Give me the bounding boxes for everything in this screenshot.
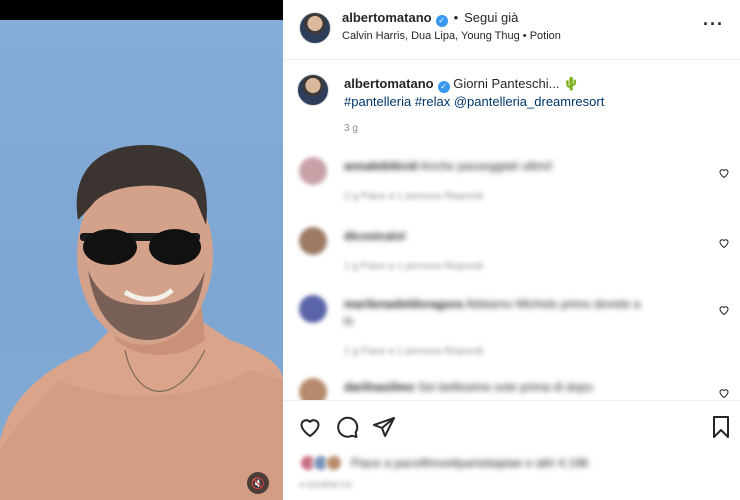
comment-like-heart-icon[interactable] — [718, 304, 730, 316]
following-button[interactable]: Segui già — [464, 10, 518, 25]
comment-meta: 1 g Piace a 1 persona Rispondi — [344, 346, 483, 357]
caption-hashtags[interactable]: #pantelleria #relax @pantelleria_dreamre… — [344, 94, 604, 109]
comment-text: marilenadeldoragora Abbiamo Michele prim… — [344, 297, 640, 311]
comment-like-heart-icon[interactable] — [718, 387, 730, 399]
comments-list[interactable]: annalebiticid Anche passeggiati ultimi! … — [283, 145, 740, 400]
bookmark-icon[interactable] — [709, 415, 733, 439]
comment-text: darilnasilmo Sei bellissimo sole prima d… — [344, 380, 593, 394]
liker-avatars — [299, 454, 347, 472]
post-actions-bar — [283, 400, 740, 448]
comment-text-continued: lo — [344, 314, 354, 328]
comment-text: dicosicaivi — [344, 229, 405, 243]
more-options-icon[interactable]: ··· — [703, 14, 724, 35]
post-media[interactable]: 🔇 — [0, 0, 283, 500]
heart-icon[interactable] — [298, 415, 322, 439]
comment-avatar[interactable] — [299, 295, 327, 323]
share-icon[interactable] — [372, 415, 396, 439]
caption-verified-badge-icon: ✓ — [437, 81, 450, 93]
comment-icon[interactable] — [335, 415, 359, 439]
comment-username[interactable]: annalebiticid — [344, 159, 417, 173]
caption-timestamp: 3 g — [344, 123, 358, 134]
comment-meta: 2 g Piace a 1 persona Rispondi — [344, 191, 483, 202]
header-separator: • — [453, 10, 459, 25]
likes-summary[interactable]: Piace a pacoifimoeitparisitaiplae e altr… — [299, 454, 719, 474]
comment-username[interactable]: darilnasilmo — [344, 380, 415, 394]
caption-body: Giorni Panteschi... — [453, 76, 560, 91]
comment-avatar[interactable] — [299, 378, 327, 400]
post-header: albertomatano ✓ • Segui già Calvin Harris, … — [283, 0, 740, 60]
mute-icon[interactable]: 🔇 — [247, 472, 269, 494]
verified-badge-icon: ✓ — [435, 15, 448, 27]
post-side-panel: albertomatano ✓ • Segui già Calvin Harris, … — [283, 0, 740, 500]
post-date: 4 GIORNI FA — [299, 480, 353, 490]
author-username[interactable]: albertomatano — [342, 10, 432, 25]
comment-avatar[interactable] — [299, 227, 327, 255]
header-title-row: albertomatano ✓ • Segui già — [342, 10, 518, 27]
caption-username[interactable]: albertomatano — [344, 76, 434, 91]
caption-text: albertomatano ✓ Giorni Panteschi... 🌵 #pa… — [344, 75, 714, 110]
comment-like-heart-icon[interactable] — [718, 237, 730, 249]
comment-meta: 1 g Piace a 1 persona Rispondi — [344, 261, 483, 272]
comment-text: annalebiticid Anche passeggiati ultimi! — [344, 159, 553, 173]
likes-text[interactable]: Piace a pacoifimoeitparisitaiplae e altr… — [351, 456, 588, 470]
comment-body: Anche passeggiati ultimi! — [420, 159, 553, 173]
post-photo — [0, 145, 283, 500]
comment-avatar[interactable] — [299, 157, 327, 185]
comment-username[interactable]: dicosicaivi — [344, 229, 405, 243]
comment-body: Sei bellissimo sole prima di dopo — [418, 380, 593, 394]
comment-username[interactable]: marilenadeldoragora — [344, 297, 463, 311]
audio-track-link[interactable]: Calvin Harris, Dua Lipa, Young Thug • Po… — [342, 30, 561, 42]
author-avatar[interactable] — [299, 12, 331, 44]
liker-avatar — [325, 454, 343, 472]
comment-body: Abbiamo Michele primo dovete a — [465, 297, 641, 311]
caption-author-avatar[interactable] — [297, 74, 329, 106]
cactus-emoji: 🌵 — [563, 76, 580, 91]
media-top-bar — [0, 0, 283, 20]
comment-like-heart-icon[interactable] — [718, 167, 730, 179]
